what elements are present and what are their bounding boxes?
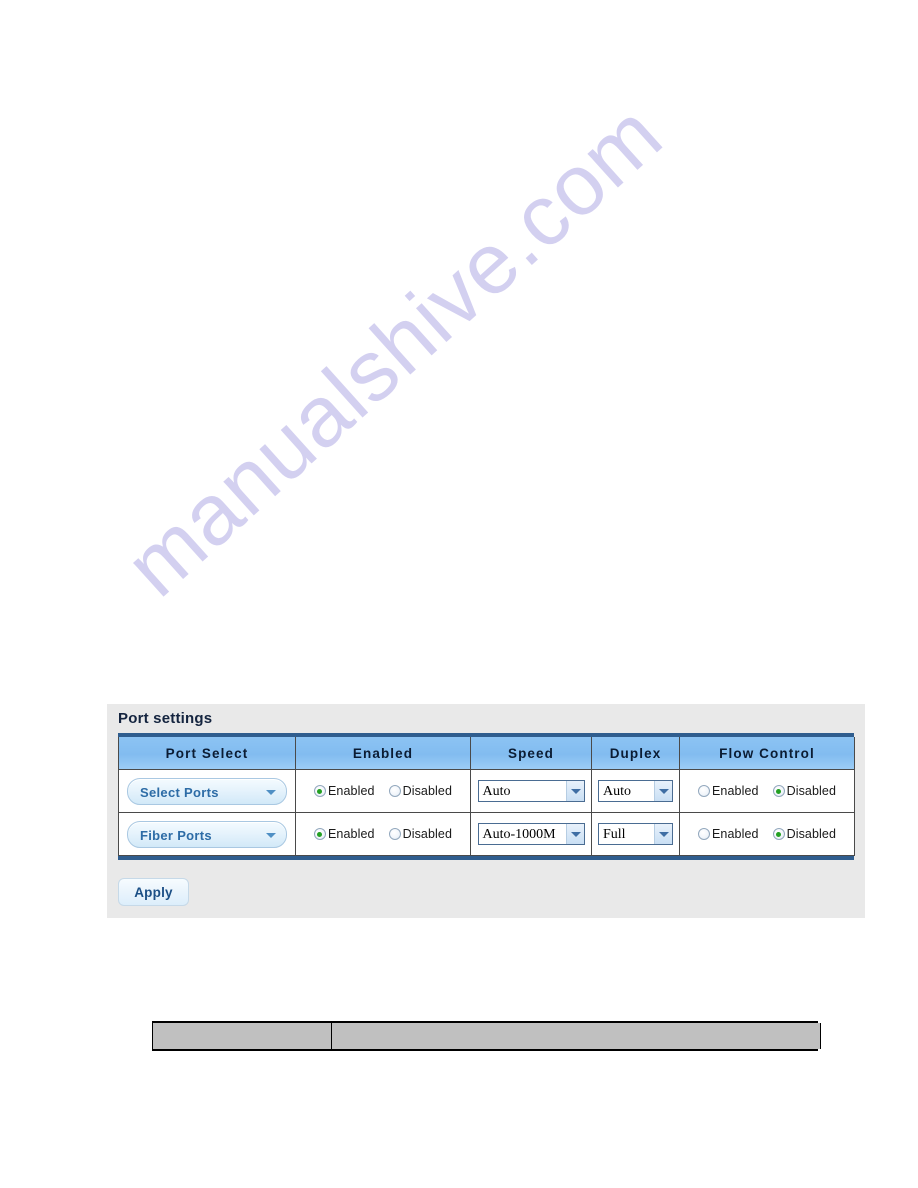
radio-checked-icon[interactable] <box>772 828 785 840</box>
select-ports-dropdown-label: Select Ports <box>140 784 219 800</box>
document-table-cell-1 <box>152 1023 332 1049</box>
document-table-cell-2 <box>331 1023 821 1049</box>
column-header-enabled: Enabled <box>295 737 471 770</box>
radio-flow-enabled-row2[interactable]: Enabled <box>697 827 759 841</box>
chevron-down-icon[interactable] <box>565 824 584 844</box>
port-settings-panel: Port settings Port Select Enabled Speed … <box>107 704 865 918</box>
radio-checked-icon[interactable] <box>313 785 326 797</box>
radio-flow-enabled-row1[interactable]: Enabled <box>697 784 759 798</box>
chevron-down-icon <box>266 832 276 838</box>
radio-enabled-row1[interactable]: Enabled <box>313 784 375 798</box>
port-settings-table-container: Port Select Enabled Speed Duplex Flow Co… <box>118 733 855 860</box>
radio-flow-disabled-row1[interactable]: Disabled <box>772 784 837 798</box>
column-header-flow-control: Flow Control <box>679 737 855 770</box>
table-row: Fiber Ports Enabled Disabled Auto-1000M … <box>118 812 855 856</box>
cell-speed: Auto <box>470 769 592 813</box>
radio-disabled-row2-label: Disabled <box>402 827 453 841</box>
column-header-port-select: Port Select <box>118 737 296 770</box>
duplex-select-row1[interactable]: Auto <box>598 780 673 802</box>
cell-port-select: Select Ports <box>118 769 296 813</box>
speed-select-row2[interactable]: Auto-1000M <box>477 823 585 845</box>
select-ports-dropdown[interactable]: Select Ports <box>127 777 287 805</box>
radio-flow-enabled-row1-label: Enabled <box>711 784 759 798</box>
cell-flow-control: Enabled Disabled <box>679 812 855 856</box>
radio-flow-disabled-row1-label: Disabled <box>786 784 837 798</box>
apply-button[interactable]: Apply <box>118 878 189 906</box>
enabled-radio-group-row2: Enabled Disabled <box>296 813 470 855</box>
radio-disabled-row1[interactable]: Disabled <box>388 784 453 798</box>
cell-port-select: Fiber Ports <box>118 812 296 856</box>
cell-speed: Auto-1000M <box>470 812 592 856</box>
flow-control-radio-group-row2: Enabled Disabled <box>680 813 854 855</box>
radio-checked-icon[interactable] <box>772 785 785 797</box>
speed-select-row1[interactable]: Auto <box>477 780 585 802</box>
cell-enabled: Enabled Disabled <box>295 812 471 856</box>
duplex-select-row2[interactable]: Full <box>598 823 673 845</box>
radio-unchecked-icon[interactable] <box>697 828 710 840</box>
fiber-ports-dropdown[interactable]: Fiber Ports <box>127 820 287 848</box>
speed-select-row2-value: Auto-1000M <box>482 827 556 842</box>
watermark-text: manualshive.com <box>107 85 681 615</box>
chevron-down-icon[interactable] <box>565 781 584 801</box>
radio-checked-icon[interactable] <box>313 828 326 840</box>
page-watermark-layer: manualshive.com <box>0 0 918 1188</box>
radio-enabled-row2-label: Enabled <box>327 827 375 841</box>
speed-select-row1-value: Auto <box>482 784 511 799</box>
radio-flow-enabled-row2-label: Enabled <box>711 827 759 841</box>
cell-duplex: Full <box>591 812 680 856</box>
document-table-inner <box>152 1023 821 1049</box>
page-title: Port settings <box>118 710 213 727</box>
column-header-speed: Speed <box>470 737 592 770</box>
radio-enabled-row1-label: Enabled <box>327 784 375 798</box>
cell-duplex: Auto <box>591 769 680 813</box>
radio-unchecked-icon[interactable] <box>697 785 710 797</box>
fiber-ports-dropdown-label: Fiber Ports <box>140 827 212 843</box>
table-row: Select Ports Enabled Disabled Auto Auto … <box>118 769 855 813</box>
table-row <box>152 1023 821 1049</box>
radio-disabled-row1-label: Disabled <box>402 784 453 798</box>
radio-flow-disabled-row2-label: Disabled <box>786 827 837 841</box>
chevron-down-icon <box>266 789 276 795</box>
document-table <box>152 1021 821 1051</box>
port-settings-table: Port Select Enabled Speed Duplex Flow Co… <box>118 737 855 856</box>
enabled-radio-group-row1: Enabled Disabled <box>296 770 470 812</box>
radio-unchecked-icon[interactable] <box>388 785 401 797</box>
cell-enabled: Enabled Disabled <box>295 769 471 813</box>
duplex-select-row1-value: Auto <box>603 784 631 799</box>
column-header-duplex: Duplex <box>591 737 680 770</box>
radio-enabled-row2[interactable]: Enabled <box>313 827 375 841</box>
table-header-row: Port Select Enabled Speed Duplex Flow Co… <box>118 737 855 770</box>
flow-control-radio-group-row1: Enabled Disabled <box>680 770 854 812</box>
chevron-down-icon[interactable] <box>654 824 672 844</box>
cell-flow-control: Enabled Disabled <box>679 769 855 813</box>
radio-disabled-row2[interactable]: Disabled <box>388 827 453 841</box>
radio-flow-disabled-row2[interactable]: Disabled <box>772 827 837 841</box>
chevron-down-icon[interactable] <box>654 781 672 801</box>
radio-unchecked-icon[interactable] <box>388 828 401 840</box>
duplex-select-row2-value: Full <box>603 827 626 842</box>
